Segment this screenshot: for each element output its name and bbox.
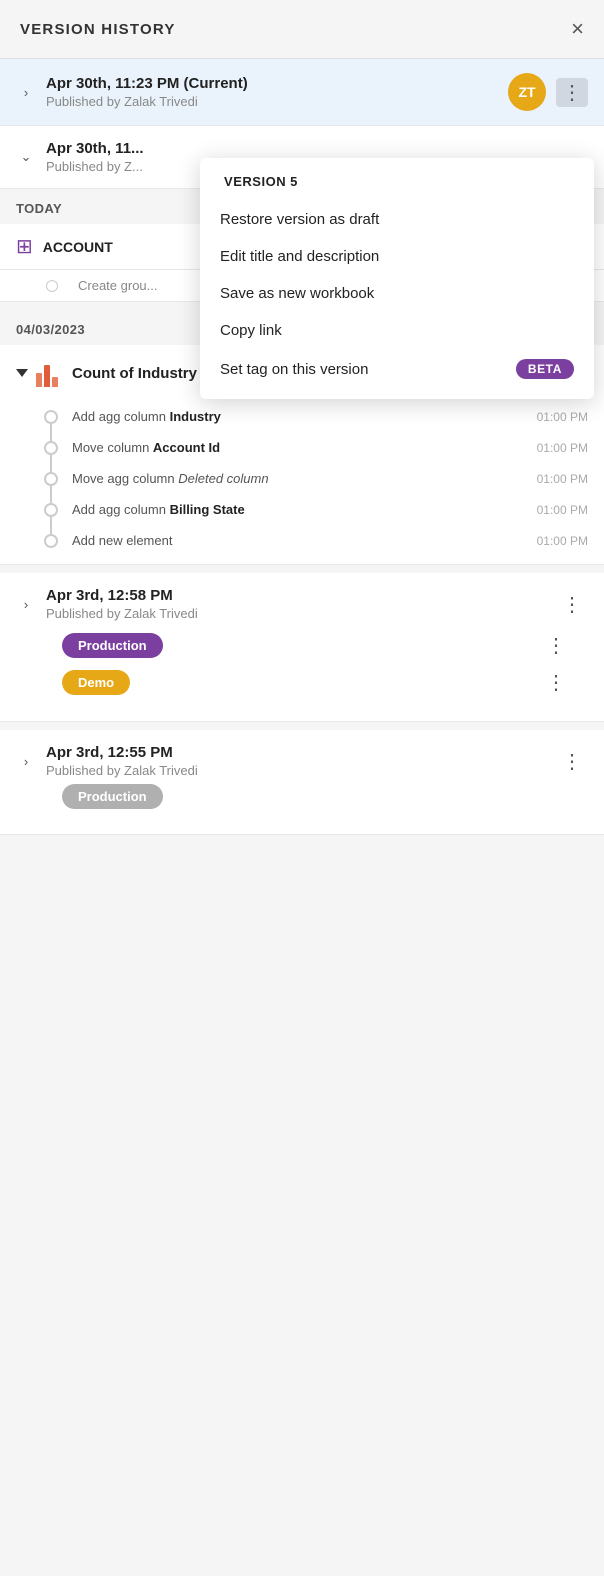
- edit-title-item[interactable]: Edit title and description: [200, 238, 594, 275]
- change-dot-2: [44, 472, 58, 486]
- change-text-4: Add new element: [72, 533, 537, 548]
- more-options-button-current[interactable]: ⋮: [556, 78, 588, 107]
- triangle-down-icon[interactable]: [16, 369, 28, 377]
- version-row-apr3-1258: › Apr 3rd, 12:58 PM Published by Zalak T…: [0, 573, 604, 722]
- change-text-0: Add agg column Industry: [72, 409, 537, 424]
- tags-container-1255: Production: [16, 778, 179, 820]
- demo-tag-1258[interactable]: Demo: [62, 670, 130, 695]
- change-time-0: 01:00 PM: [537, 410, 588, 424]
- header-title: VERSION HISTORY: [20, 21, 176, 38]
- change-dot-4: [44, 534, 58, 548]
- demo-tag-more-1258[interactable]: ⋮: [540, 668, 572, 697]
- production-tag-more-1258[interactable]: ⋮: [540, 631, 572, 660]
- change-dot-3: [44, 503, 58, 517]
- version-history-header: VERSION HISTORY ×: [0, 0, 604, 59]
- save-workbook-item[interactable]: Save as new workbook: [200, 275, 594, 312]
- version-author-current: Published by Zalak Trivedi: [46, 94, 498, 109]
- change-time-3: 01:00 PM: [537, 503, 588, 517]
- change-item-3: Add agg column Billing State 01:00 PM: [0, 494, 604, 525]
- avatar-zt: ZT: [508, 73, 546, 111]
- change-text-3: Add agg column Billing State: [72, 502, 537, 517]
- context-menu: VERSION5 Restore version as draft Edit t…: [200, 158, 594, 399]
- chevron-down-icon[interactable]: ⌄: [16, 147, 36, 167]
- change-item-2: Move agg column Deleted column 01:00 PM: [0, 463, 604, 494]
- version-author-1255: Published by Zalak Trivedi: [46, 763, 546, 778]
- change-time-1: 01:00 PM: [537, 441, 588, 455]
- version-row-current: › Apr 30th, 11:23 PM (Current) Published…: [0, 59, 604, 126]
- more-options-1255[interactable]: ⋮: [556, 747, 588, 776]
- change-list: Add agg column Industry 01:00 PM Move co…: [0, 401, 604, 564]
- beta-tag: BETA: [516, 359, 574, 379]
- change-dot-1: [44, 441, 58, 455]
- version-row-apr3-1255: › Apr 3rd, 12:55 PM Published by Zalak T…: [0, 730, 604, 835]
- version-author-1258: Published by Zalak Trivedi: [46, 606, 546, 621]
- set-tag-item[interactable]: Set tag on this version BETA: [200, 349, 594, 389]
- version-date-1258: Apr 3rd, 12:58 PM: [46, 587, 546, 604]
- tags-container-1258: Production ⋮ Demo ⋮: [16, 621, 588, 707]
- version-date-current: Apr 30th, 11:23 PM (Current): [46, 75, 498, 92]
- production-tag-disabled-1255: Production: [62, 784, 163, 809]
- version-date-apr30-2: Apr 30th, 11...: [46, 140, 588, 157]
- change-text-1: Move column Account Id: [72, 440, 537, 455]
- dot-icon: [46, 280, 58, 292]
- dropdown-version-label: VERSION5: [200, 168, 594, 201]
- copy-link-item[interactable]: Copy link: [200, 312, 594, 349]
- change-item-4: Add new element 01:00 PM: [0, 525, 604, 554]
- chevron-right-icon-1258[interactable]: ›: [16, 594, 36, 614]
- change-time-2: 01:00 PM: [537, 472, 588, 486]
- production-tag-1258[interactable]: Production: [62, 633, 163, 658]
- account-label: ACCOUNT: [43, 239, 113, 255]
- create-group-text: Create grou...: [78, 278, 158, 293]
- more-options-1258[interactable]: ⋮: [556, 590, 588, 619]
- restore-version-item[interactable]: Restore version as draft: [200, 201, 594, 238]
- close-button[interactable]: ×: [571, 18, 584, 40]
- chevron-right-icon-1255[interactable]: ›: [16, 751, 36, 771]
- grid-icon: ⊞: [16, 234, 33, 259]
- change-item-0: Add agg column Industry 01:00 PM: [0, 401, 604, 432]
- change-time-4: 01:00 PM: [537, 534, 588, 548]
- bar-chart-icon: [36, 359, 64, 387]
- change-text-2: Move agg column Deleted column: [72, 471, 537, 486]
- change-item-1: Move column Account Id 01:00 PM: [0, 432, 604, 463]
- change-dot-0: [44, 410, 58, 424]
- chevron-right-icon[interactable]: ›: [16, 82, 36, 102]
- version-date-1255: Apr 3rd, 12:55 PM: [46, 744, 546, 761]
